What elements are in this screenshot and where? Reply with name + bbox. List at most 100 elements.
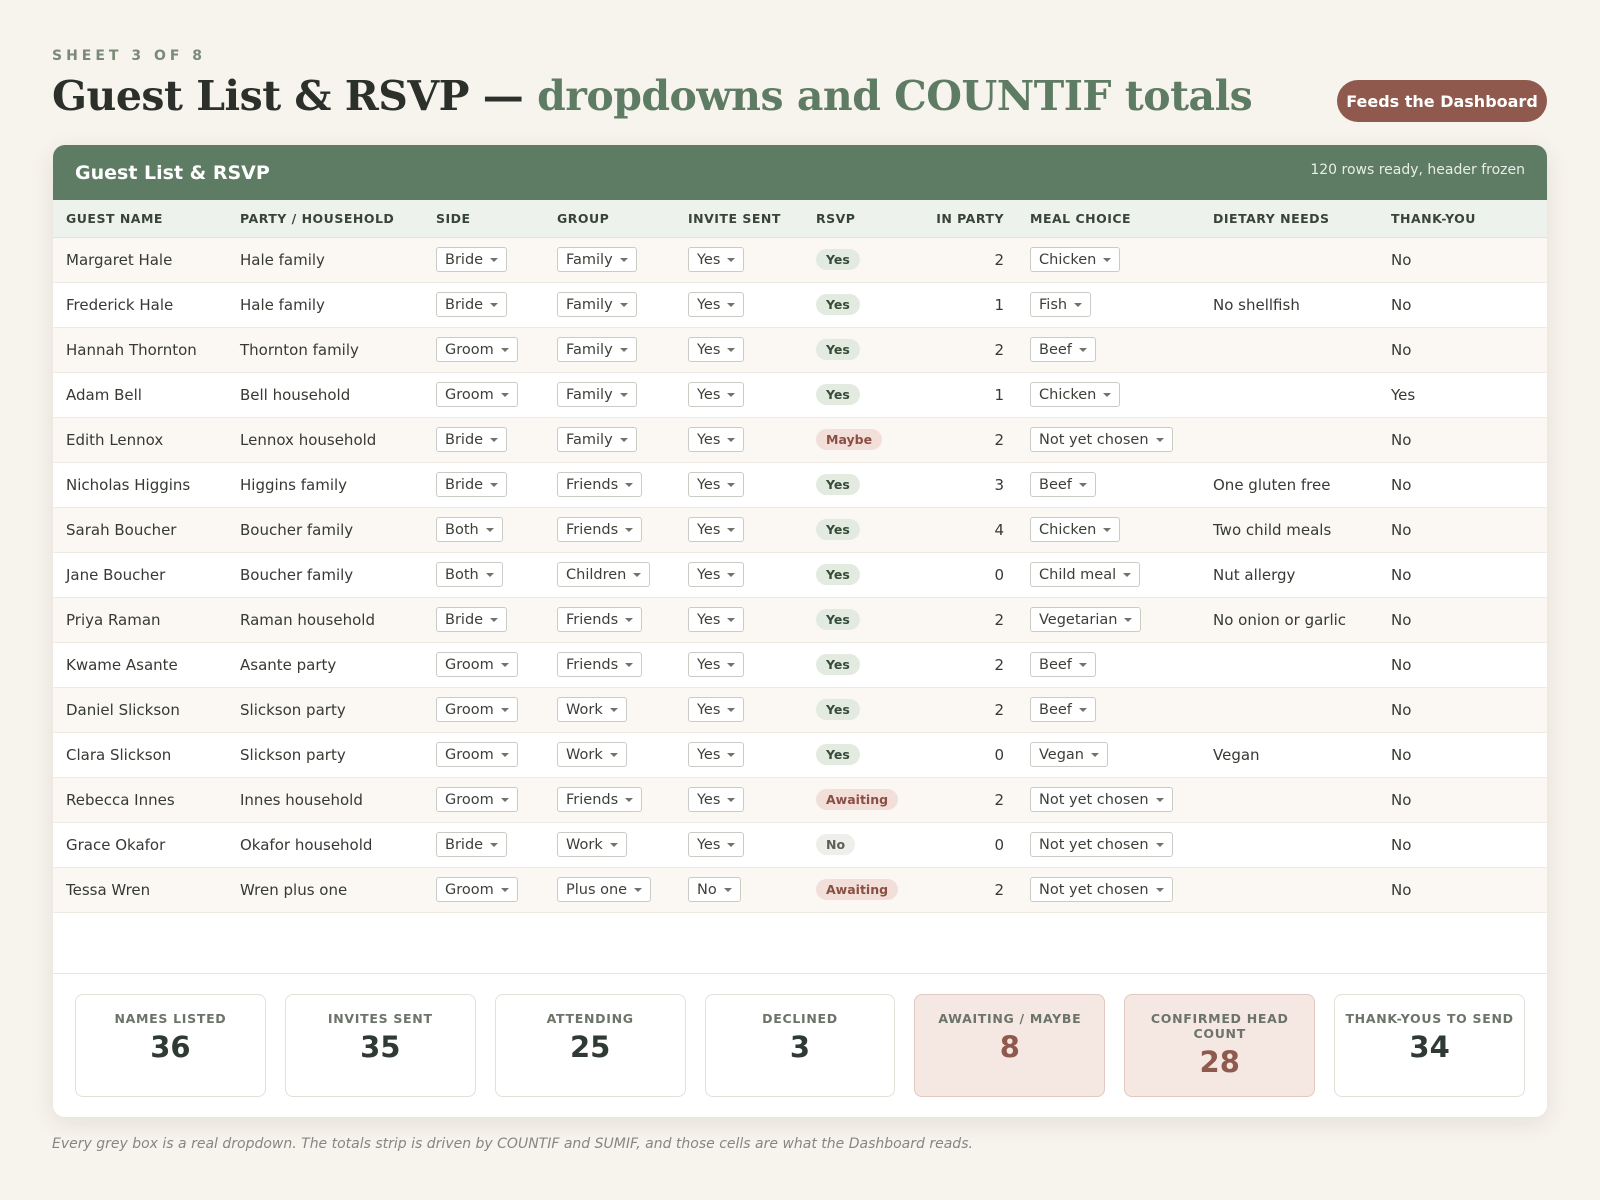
thank-you-cell[interactable]: No: [1378, 822, 1547, 868]
group-dropdown[interactable]: Plus one: [557, 877, 652, 902]
party-cell[interactable]: Innes household: [227, 777, 423, 823]
thank-you-cell[interactable]: No: [1378, 507, 1547, 553]
invite-sent-dropdown[interactable]: Yes: [688, 247, 745, 272]
group-dropdown[interactable]: Friends: [557, 787, 643, 812]
table-row[interactable]: Tessa Wren Wren plus one Groom Plus one No Aw…: [53, 867, 1547, 913]
thank-you-cell[interactable]: No: [1378, 237, 1547, 283]
party-cell[interactable]: Wren plus one: [227, 867, 423, 913]
in-party-cell[interactable]: 0: [905, 822, 1017, 868]
rsvp-cell[interactable]: Yes: [803, 462, 905, 508]
group-dropdown[interactable]: Friends: [557, 472, 643, 497]
meal-choice-dropdown[interactable]: Beef: [1030, 697, 1096, 722]
guest-name-cell[interactable]: Sarah Boucher: [53, 507, 227, 553]
invite-sent-dropdown[interactable]: Yes: [688, 472, 745, 497]
side-dropdown[interactable]: Groom: [436, 382, 518, 407]
table-row[interactable]: Daniel Slickson Slickson party Groom Work Ye…: [53, 687, 1547, 733]
column-header[interactable]: THANK-YOU: [1378, 200, 1547, 238]
column-header[interactable]: DIETARY NEEDS: [1200, 200, 1378, 238]
thank-you-cell[interactable]: No: [1378, 777, 1547, 823]
rsvp-cell[interactable]: Yes: [803, 327, 905, 373]
guest-name-cell[interactable]: Jane Boucher: [53, 552, 227, 598]
meal-choice-dropdown[interactable]: Fish: [1030, 292, 1092, 317]
side-dropdown[interactable]: Bride: [436, 607, 508, 632]
side-dropdown[interactable]: Groom: [436, 787, 518, 812]
guest-name-cell[interactable]: Grace Okafor: [53, 822, 227, 868]
in-party-cell[interactable]: 2: [905, 597, 1017, 643]
meal-choice-dropdown[interactable]: Chicken: [1030, 382, 1121, 407]
party-cell[interactable]: Lennox household: [227, 417, 423, 463]
in-party-cell[interactable]: 2: [905, 687, 1017, 733]
side-dropdown[interactable]: Groom: [436, 742, 518, 767]
group-dropdown[interactable]: Family: [557, 382, 637, 407]
party-cell[interactable]: Slickson party: [227, 687, 423, 733]
side-dropdown[interactable]: Bride: [436, 247, 508, 272]
dietary-cell[interactable]: [1200, 327, 1378, 373]
thank-you-cell[interactable]: No: [1378, 327, 1547, 373]
side-dropdown[interactable]: Bride: [436, 832, 508, 857]
rsvp-cell[interactable]: Yes: [803, 597, 905, 643]
rsvp-cell[interactable]: Yes: [803, 507, 905, 553]
party-cell[interactable]: Thornton family: [227, 327, 423, 373]
table-row[interactable]: Hannah Thornton Thornton family Groom Famil…: [53, 327, 1547, 373]
party-cell[interactable]: Hale family: [227, 282, 423, 328]
thank-you-cell[interactable]: No: [1378, 867, 1547, 913]
dietary-cell[interactable]: Two child meals: [1200, 507, 1378, 553]
side-dropdown[interactable]: Bride: [436, 292, 508, 317]
dietary-cell[interactable]: One gluten free: [1200, 462, 1378, 508]
guest-name-cell[interactable]: Rebecca Innes: [53, 777, 227, 823]
dietary-cell[interactable]: [1200, 822, 1378, 868]
group-dropdown[interactable]: Friends: [557, 517, 643, 542]
rsvp-cell[interactable]: Yes: [803, 642, 905, 688]
column-header[interactable]: PARTY / HOUSEHOLD: [227, 200, 423, 238]
invite-sent-dropdown[interactable]: Yes: [688, 517, 745, 542]
in-party-cell[interactable]: 2: [905, 777, 1017, 823]
group-dropdown[interactable]: Work: [557, 832, 627, 857]
party-cell[interactable]: Okafor household: [227, 822, 423, 868]
party-cell[interactable]: Higgins family: [227, 462, 423, 508]
meal-choice-dropdown[interactable]: Not yet chosen: [1030, 427, 1173, 452]
dietary-cell[interactable]: [1200, 687, 1378, 733]
invite-sent-dropdown[interactable]: Yes: [688, 832, 745, 857]
party-cell[interactable]: Bell household: [227, 372, 423, 418]
invite-sent-dropdown[interactable]: Yes: [688, 742, 745, 767]
side-dropdown[interactable]: Bride: [436, 427, 508, 452]
party-cell[interactable]: Boucher family: [227, 507, 423, 553]
thank-you-cell[interactable]: No: [1378, 597, 1547, 643]
guest-name-cell[interactable]: Adam Bell: [53, 372, 227, 418]
side-dropdown[interactable]: Groom: [436, 337, 518, 362]
party-cell[interactable]: Boucher family: [227, 552, 423, 598]
thank-you-cell[interactable]: No: [1378, 282, 1547, 328]
meal-choice-dropdown[interactable]: Chicken: [1030, 517, 1121, 542]
dietary-cell[interactable]: [1200, 642, 1378, 688]
group-dropdown[interactable]: Family: [557, 337, 637, 362]
rsvp-cell[interactable]: Awaiting: [803, 867, 905, 913]
invite-sent-dropdown[interactable]: Yes: [688, 382, 745, 407]
in-party-cell[interactable]: 2: [905, 327, 1017, 373]
meal-choice-dropdown[interactable]: Not yet chosen: [1030, 877, 1173, 902]
meal-choice-dropdown[interactable]: Not yet chosen: [1030, 787, 1173, 812]
thank-you-cell[interactable]: No: [1378, 642, 1547, 688]
table-row[interactable]: Kwame Asante Asante party Groom Friends Yes Y…: [53, 642, 1547, 688]
group-dropdown[interactable]: Family: [557, 292, 637, 317]
group-dropdown[interactable]: Family: [557, 247, 637, 272]
in-party-cell[interactable]: 1: [905, 282, 1017, 328]
thank-you-cell[interactable]: Yes: [1378, 372, 1547, 418]
column-header[interactable]: IN PARTY: [905, 200, 1017, 238]
in-party-cell[interactable]: 0: [905, 552, 1017, 598]
invite-sent-dropdown[interactable]: Yes: [688, 337, 745, 362]
side-dropdown[interactable]: Groom: [436, 652, 518, 677]
dietary-cell[interactable]: No onion or garlic: [1200, 597, 1378, 643]
guest-name-cell[interactable]: Tessa Wren: [53, 867, 227, 913]
invite-sent-dropdown[interactable]: Yes: [688, 292, 745, 317]
meal-choice-dropdown[interactable]: Beef: [1030, 337, 1096, 362]
thank-you-cell[interactable]: No: [1378, 462, 1547, 508]
table-row[interactable]: Nicholas Higgins Higgins family Bride Frien…: [53, 462, 1547, 508]
column-header[interactable]: GUEST NAME: [53, 200, 227, 238]
table-row[interactable]: Frederick Hale Hale family Bride Family Yes Y…: [53, 282, 1547, 328]
side-dropdown[interactable]: Groom: [436, 697, 518, 722]
dietary-cell[interactable]: Vegan: [1200, 732, 1378, 778]
dietary-cell[interactable]: [1200, 867, 1378, 913]
group-dropdown[interactable]: Children: [557, 562, 651, 587]
dietary-cell[interactable]: [1200, 417, 1378, 463]
table-row[interactable]: Clara Slickson Slickson party Groom Work Yes…: [53, 732, 1547, 778]
